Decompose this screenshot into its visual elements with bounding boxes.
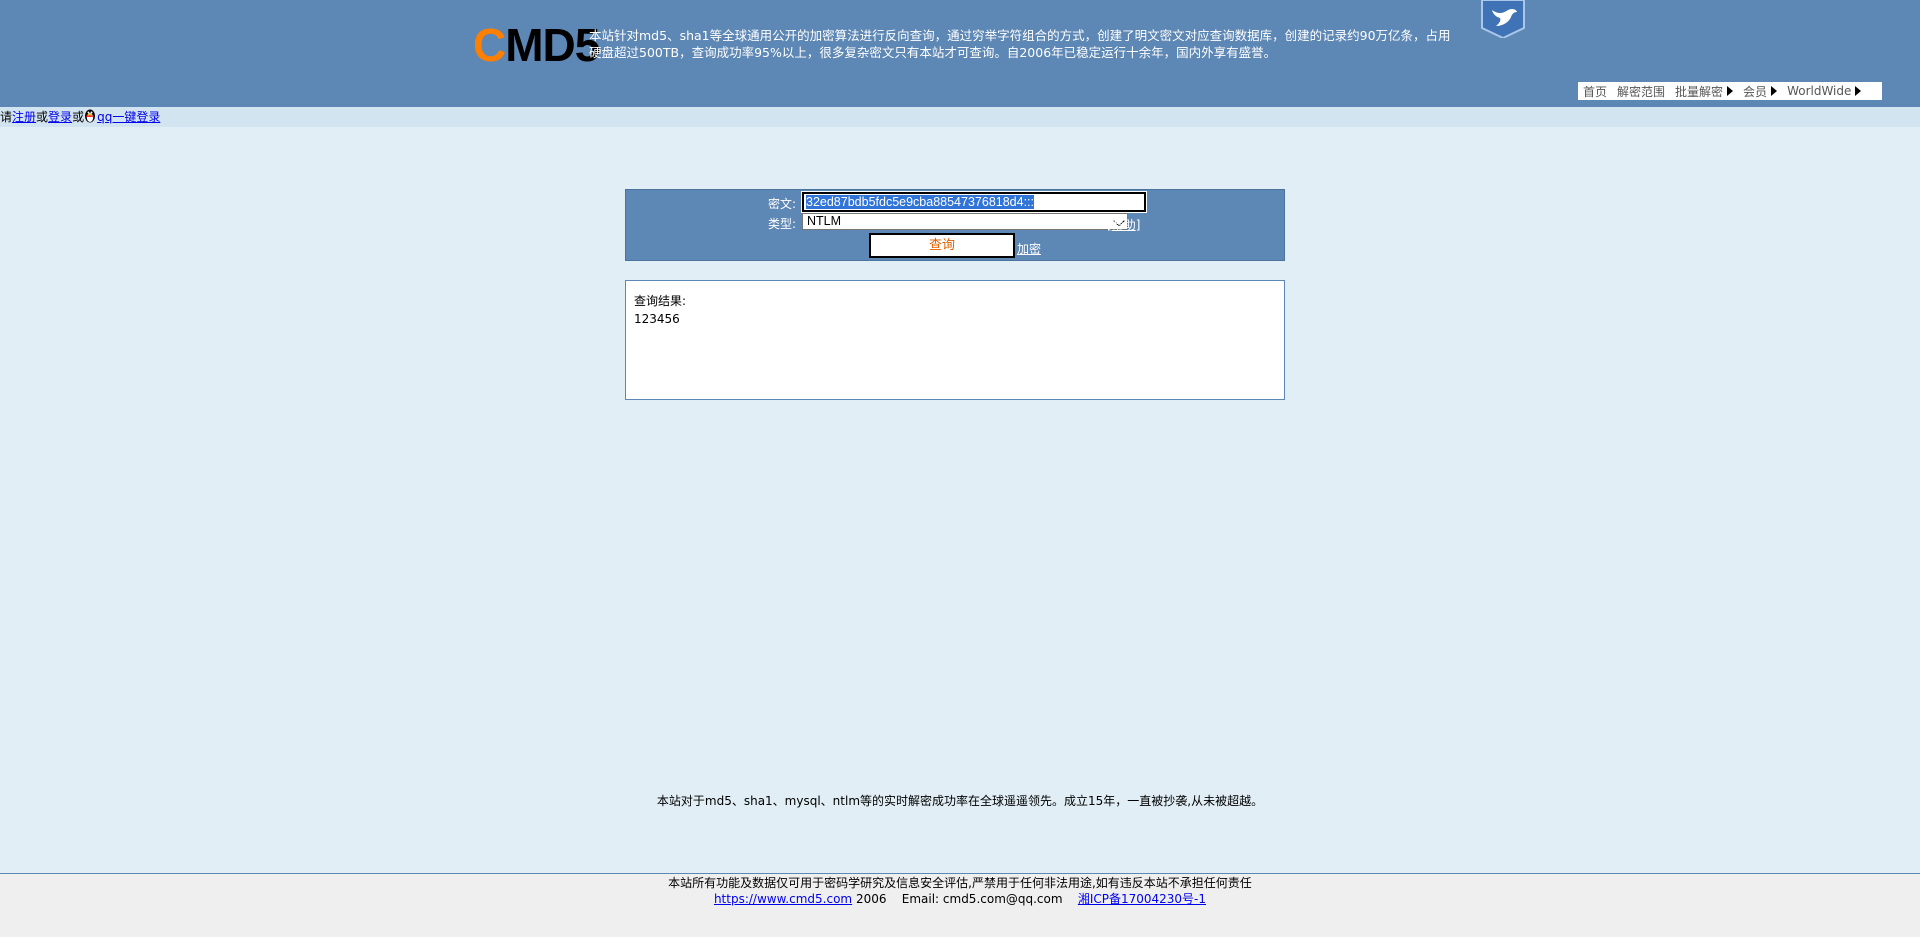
query-form: 密文: 32ed87bdb5fdc5e9cba88547376818d4::: … [625,189,1285,261]
icp-link[interactable]: 湘ICP备17004230号-1 [1078,892,1206,906]
cipher-input[interactable]: 32ed87bdb5fdc5e9cba88547376818d4::: [801,191,1147,213]
login-bar: 请注册或登录或 qq一键登录 [0,107,1920,127]
cipher-value: 32ed87bdb5fdc5e9cba88547376818d4::: [806,195,1034,209]
bird-badge-icon [1481,0,1525,38]
top-nav: 首页 解密范围 批量解密 会员 WorldWide [1578,82,1882,100]
register-link[interactable]: 注册 [12,110,36,124]
site-header: CMD5 本站针对md5、sha1等全球通用公开的加密算法进行反向查询，通过穷举… [0,0,1920,107]
disclaimer: 本站所有功能及数据仅可用于密码学研究及信息安全评估,严禁用于任何非法用途,如有违… [668,876,1252,890]
type-label: 类型: [768,217,797,231]
nav-worldwide[interactable]: WorldWide [1782,84,1866,98]
result-value: 123456 [634,312,680,326]
type-select[interactable]: NTLM [802,213,1128,230]
footer-links: https://www.cmd5.com 2006 Email: cmd5.co… [0,891,1920,907]
logo-c: C [473,19,506,71]
login-prompt: 请 [0,110,13,124]
result-label: 查询结果: [634,294,687,308]
nav-worldwide-label: WorldWide [1787,84,1852,98]
nav-member[interactable]: 会员 [1738,83,1782,100]
cmd5-logo[interactable]: CMD5 [473,19,600,71]
qq-penguin-icon [85,109,96,123]
query-button[interactable]: 查询 [869,233,1015,258]
logo-md5: MD5 [505,19,600,71]
nav-batch-label: 批量解密 [1675,84,1724,99]
cipher-label: 密文: [768,197,797,211]
help-label: 帮助 [1111,218,1136,232]
nav-scope[interactable]: 解密范围 [1612,83,1670,100]
nav-home-label: 首页 [1583,84,1608,99]
help-bracket-close: ] [1135,218,1141,232]
or-text: 或 [72,110,85,124]
qq-login-link[interactable]: qq一键登录 [97,110,160,124]
caret-right-icon [1855,86,1862,96]
nav-batch[interactable]: 批量解密 [1670,83,1738,100]
nav-scope-label: 解密范围 [1617,84,1666,99]
caret-right-icon [1727,86,1734,96]
footer-year: 2006 [855,892,887,906]
type-select-value: NTLM [807,214,842,228]
success-rate-note: 本站对于md5、sha1、mysql、ntlm等的实时解密成功率在全球遥遥领先。… [656,794,1264,808]
site-intro: 本站针对md5、sha1等全球通用公开的加密算法进行反向查询，通过穷举字符组合的… [589,28,1451,60]
caret-right-icon [1771,86,1778,96]
site-footer: 本站所有功能及数据仅可用于密码学研究及信息安全评估,严禁用于任何非法用途,如有违… [0,873,1920,937]
nav-member-label: 会员 [1743,84,1768,99]
nav-home[interactable]: 首页 [1578,83,1612,100]
footer-email: Email: cmd5.com@qq.com [901,892,1063,906]
or-text: 或 [36,110,49,124]
login-link[interactable]: 登录 [48,110,72,124]
site-link[interactable]: https://www.cmd5.com [714,892,852,906]
help-link[interactable]: [帮助] [1107,216,1140,233]
result-box: 查询结果: 123456 [625,280,1285,400]
encrypt-link[interactable]: 加密 [1017,240,1041,257]
